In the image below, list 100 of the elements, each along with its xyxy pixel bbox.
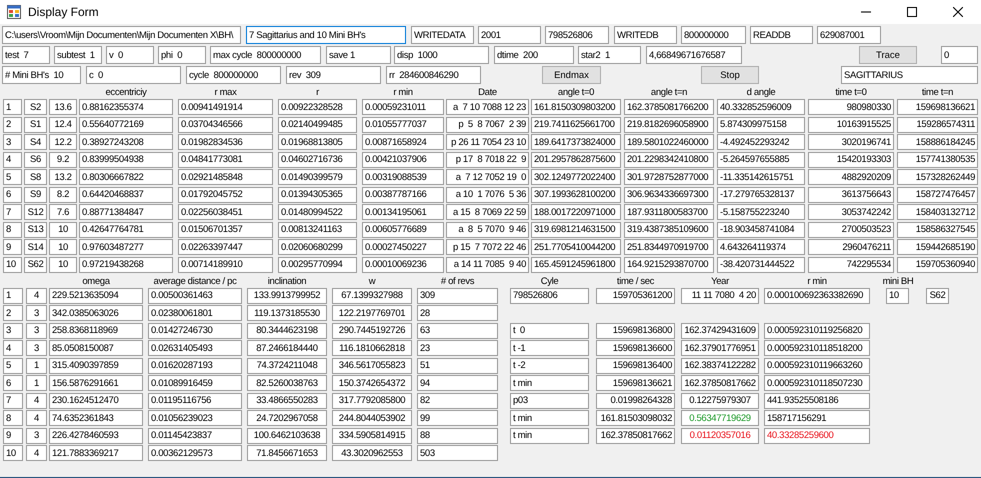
value-field[interactable]: 158717156291 <box>764 410 870 426</box>
value-field[interactable]: 0.64420468837 <box>79 186 173 202</box>
value-field[interactable]: 157741380535 <box>897 152 978 168</box>
value-field[interactable]: 161.81503098032 <box>596 410 675 426</box>
value-field[interactable]: 0.00871658924 <box>362 134 444 150</box>
value-field[interactable]: 0.000592310119256820 <box>764 322 870 338</box>
value-field[interactable]: 6 <box>3 375 23 391</box>
value-field[interactable]: 162.37901776951 <box>681 340 759 356</box>
value-field[interactable]: 158886184245 <box>897 134 978 150</box>
value-field[interactable]: 319.4387385109600 <box>624 222 714 238</box>
value-field[interactable]: a 7 10 7088 12 23 <box>446 99 529 115</box>
value-field[interactable]: a 8 5 7070 9 46 <box>446 222 529 238</box>
value-field[interactable]: 258.8368118969 <box>49 322 143 338</box>
value-field[interactable]: 0.000100692363382690 <box>764 288 870 304</box>
value-field[interactable]: 0.01998264328 <box>596 392 675 408</box>
value-field[interactable]: 0.01490399579 <box>278 169 357 185</box>
value-field[interactable]: 0.02631405493 <box>148 340 242 356</box>
value-field[interactable]: 0.01089916459 <box>148 375 242 391</box>
value-field[interactable]: 12.4 <box>49 116 77 132</box>
value-field[interactable]: 2960476211 <box>808 239 894 255</box>
value-field[interactable]: 3613756643 <box>808 186 894 202</box>
value-field[interactable]: 0.00027450227 <box>362 239 444 255</box>
value-field[interactable]: 3 <box>26 305 47 321</box>
value-field[interactable]: 85.0508150087 <box>49 340 143 356</box>
value-field[interactable]: 0.00134195061 <box>362 204 444 220</box>
text-field[interactable]: 800000000 <box>681 26 746 44</box>
value-field[interactable]: 0.83999504938 <box>79 152 173 168</box>
value-field[interactable]: 88 <box>417 428 498 444</box>
value-field[interactable]: 0.01506701357 <box>178 222 273 238</box>
value-field[interactable]: 157328262449 <box>897 169 978 185</box>
value-field[interactable]: -11.335142615751 <box>717 169 805 185</box>
value-field[interactable]: 0.42647764781 <box>79 222 173 238</box>
value-field[interactable]: 4 <box>26 288 47 304</box>
value-field[interactable]: 10 <box>3 445 23 461</box>
value-field[interactable]: 162.37429431609 <box>681 322 759 338</box>
value-field[interactable]: 23 <box>417 340 498 356</box>
value-field[interactable]: 251.8344970919700 <box>624 239 714 255</box>
value-field[interactable]: 0.00362129573 <box>148 445 242 461</box>
value-field[interactable]: 0.01982834536 <box>178 134 273 150</box>
value-field[interactable]: 0.01120357016 <box>681 428 759 444</box>
value-field[interactable]: 0.04841773081 <box>178 152 273 168</box>
text-field[interactable]: 798526806 <box>545 26 609 44</box>
value-field[interactable]: 319.6981214631500 <box>531 222 621 238</box>
value-field[interactable]: 158403132712 <box>897 204 978 220</box>
value-field[interactable]: 11 11 7080 4 20 <box>681 288 759 304</box>
value-field[interactable]: S8 <box>24 169 47 185</box>
text-field[interactable]: SAGITTARIUS <box>841 66 978 84</box>
value-field[interactable]: 116.1810662818 <box>332 340 412 356</box>
value-field[interactable]: 13.6 <box>49 99 77 115</box>
text-field[interactable]: disp 1000 <box>394 46 489 64</box>
value-field[interactable]: 301.9728752877000 <box>624 169 714 185</box>
value-field[interactable]: 164.9215293870700 <box>624 256 714 272</box>
text-field[interactable]: 4,66849671676587 <box>646 46 742 64</box>
value-field[interactable]: 0.00295770994 <box>278 256 357 272</box>
value-field[interactable]: 244.8044053902 <box>332 410 412 426</box>
value-field[interactable]: 0.12275979307 <box>681 392 759 408</box>
value-field[interactable]: 0.02140499485 <box>278 116 357 132</box>
value-field[interactable]: 251.7705410044200 <box>531 239 621 255</box>
value-field[interactable]: 0.01145423837 <box>148 428 242 444</box>
value-field[interactable]: t min <box>510 410 589 426</box>
value-field[interactable]: 162.38374122282 <box>681 358 759 374</box>
value-field[interactable]: 0.02256038451 <box>178 204 273 220</box>
value-field[interactable]: 15420193303 <box>808 152 894 168</box>
value-field[interactable]: 9 <box>3 239 22 255</box>
value-field[interactable]: 165.4591245961800 <box>531 256 621 272</box>
value-field[interactable]: 82.5260038763 <box>247 375 327 391</box>
value-field[interactable]: a 14 11 7085 9 40 <box>446 256 529 272</box>
value-field[interactable]: 80.3444623198 <box>247 322 327 338</box>
value-field[interactable]: 63 <box>417 322 498 338</box>
value-field[interactable]: 10 <box>49 256 77 272</box>
text-field[interactable]: rr 284600846290 <box>386 66 481 84</box>
value-field[interactable]: 51 <box>417 358 498 374</box>
value-field[interactable]: 10 <box>49 239 77 255</box>
value-field[interactable]: 189.5801022460000 <box>624 134 714 150</box>
text-field[interactable]: cycle 800000000 <box>186 66 281 84</box>
value-field[interactable]: 0.00059231011 <box>362 99 444 115</box>
value-field[interactable]: 158586327545 <box>897 222 978 238</box>
value-field[interactable]: -5.158755223240 <box>717 204 805 220</box>
value-field[interactable]: 71.8456671653 <box>247 445 327 461</box>
value-field[interactable]: S9 <box>24 186 47 202</box>
text-field[interactable]: WRITEDATA <box>411 26 474 44</box>
value-field[interactable]: 3053742242 <box>808 204 894 220</box>
value-field[interactable]: 161.8150309803200 <box>531 99 621 115</box>
value-field[interactable]: 0.00941491914 <box>178 99 273 115</box>
value-field[interactable]: 188.0017220971000 <box>531 204 621 220</box>
value-field[interactable]: 119.1373185530 <box>247 305 327 321</box>
value-field[interactable]: 12.2 <box>49 134 77 150</box>
value-field[interactable]: 0.02921485848 <box>178 169 273 185</box>
action-button[interactable]: Trace <box>859 46 917 64</box>
value-field[interactable]: 10163915525 <box>808 116 894 132</box>
value-field[interactable]: 229.5213635094 <box>49 288 143 304</box>
value-field[interactable]: 10 <box>3 256 22 272</box>
value-field[interactable]: 159705360940 <box>897 256 978 272</box>
value-field[interactable]: a 10 1 7076 5 36 <box>446 186 529 202</box>
value-field[interactable]: 317.7792085800 <box>332 392 412 408</box>
value-field[interactable]: 28 <box>417 305 498 321</box>
value-field[interactable]: 0.88162355374 <box>79 99 173 115</box>
action-button[interactable]: Endmax <box>542 66 601 84</box>
text-field[interactable]: READDB <box>750 26 813 44</box>
value-field[interactable]: 309 <box>417 288 498 304</box>
